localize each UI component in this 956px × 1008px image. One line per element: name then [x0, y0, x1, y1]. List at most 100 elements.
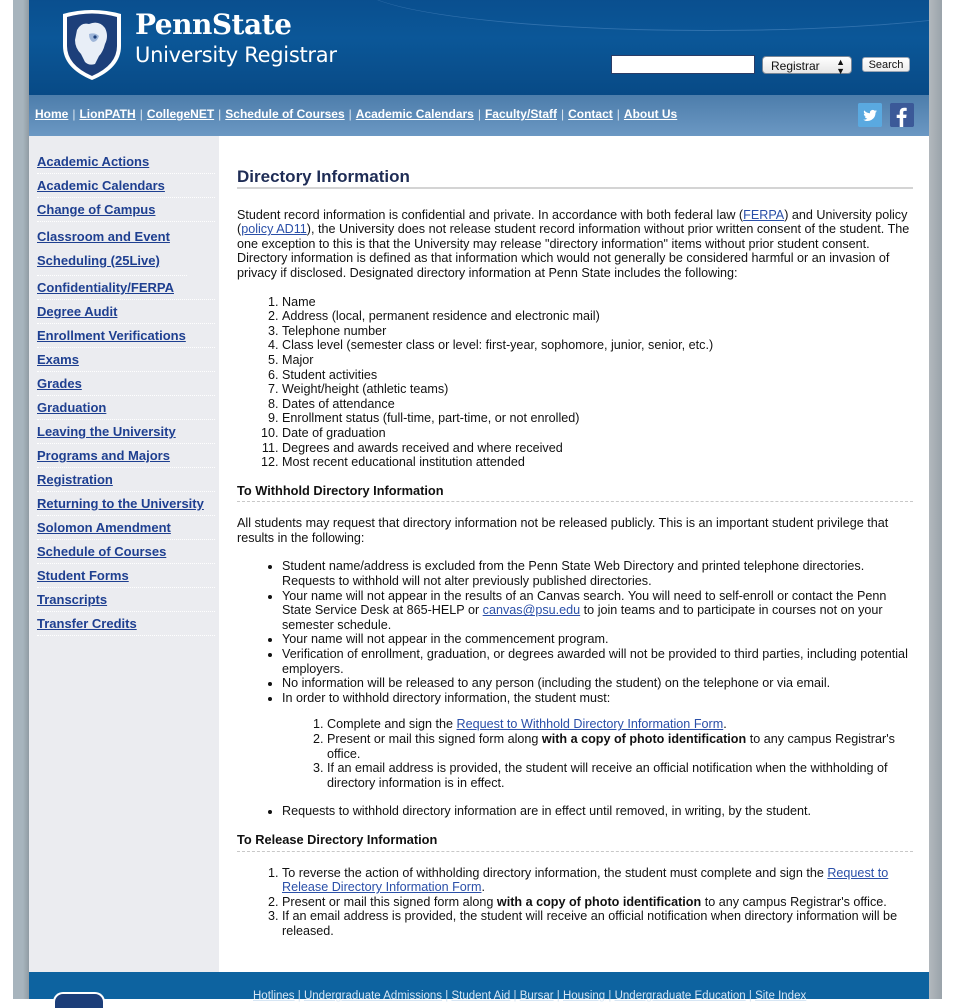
sidebar-item: Leaving the University — [37, 420, 215, 444]
nav-link-schedule-of-courses[interactable]: Schedule of Courses — [225, 107, 344, 121]
nav-link-academic-calendars[interactable]: Academic Calendars — [356, 107, 474, 121]
sidebar-item-academic-actions[interactable]: Academic Actions — [37, 154, 149, 169]
site-header: PennState University Registrar Registrar… — [29, 0, 929, 95]
sidebar-menu: Academic Actions Academic Calendars Chan… — [29, 136, 219, 636]
item-text: . — [723, 717, 727, 732]
select-arrows-icon: ▲ ▼ — [836, 57, 845, 76]
footer-link-hotlines[interactable]: Hotlines — [253, 990, 295, 1002]
footer-link-site-index[interactable]: Site Index — [755, 990, 806, 1002]
directory-items-list: Name Address (local, permanent residence… — [237, 295, 913, 470]
list-item: Most recent educational institution atte… — [282, 455, 913, 470]
emphasis-text: with a copy of photo identification — [496, 894, 702, 909]
list-item: Weight/height (athletic teams) — [282, 382, 913, 397]
sidebar-item-solomon-amendment[interactable]: Solomon Amendment — [37, 520, 171, 535]
sidebar-item: Returning to the University — [37, 492, 215, 516]
footer-link-undergraduate-admissions[interactable]: Undergraduate Admissions — [304, 990, 442, 1002]
window-edge — [0, 0, 14, 999]
sidebar-item: Academic Actions — [37, 150, 215, 174]
intro-text: ), the University does not release stude… — [237, 222, 910, 280]
item-text: Complete and sign the — [327, 717, 457, 732]
item-text: To reverse the action of withholding dir… — [282, 865, 828, 880]
search-scope-select[interactable]: Registrar ▲ ▼ — [762, 56, 852, 76]
search-input[interactable] — [611, 55, 755, 74]
intro-text: Student record information is confidenti… — [237, 207, 744, 222]
emphasis-text: with a copy of photo identification — [541, 732, 747, 746]
ferpa-link[interactable]: FERPA — [743, 208, 784, 222]
item-text: In order to withhold directory informati… — [282, 690, 611, 705]
main-content: Directory Information Student record inf… — [237, 168, 913, 953]
sidebar-item-leaving-the-university[interactable]: Leaving the University — [37, 424, 176, 439]
sidebar-item-exams[interactable]: Exams — [37, 352, 79, 367]
sidebar-item: Degree Audit — [37, 300, 215, 324]
sidebar-item-confidentiality-ferpa[interactable]: Confidentiality/FERPA — [37, 280, 174, 295]
list-item: Verification of enrollment, graduation, … — [282, 647, 913, 676]
sidebar-item: Solomon Amendment — [37, 516, 215, 540]
footer-link-undergraduate-education[interactable]: Undergraduate Education — [615, 990, 746, 1002]
list-item: Your name will not appear in the commenc… — [282, 632, 913, 647]
footer-link-housing[interactable]: Housing — [563, 990, 605, 1002]
release-heading: To Release Directory Information — [237, 832, 913, 852]
sidebar-item-programs-and-majors[interactable]: Programs and Majors — [37, 448, 170, 463]
list-item: Class level (semester class or level: fi… — [282, 338, 913, 353]
nav-separator: | — [348, 107, 352, 121]
sidebar-item: Programs and Majors — [37, 444, 215, 468]
list-item: Address (local, permanent residence and … — [282, 309, 913, 324]
footer-shield-logo-icon — [53, 992, 105, 1008]
sidebar-item-academic-calendars[interactable]: Academic Calendars — [37, 178, 165, 193]
sidebar-item-grades[interactable]: Grades — [37, 376, 82, 391]
sidebar-item-transfer-credits[interactable]: Transfer Credits — [37, 616, 137, 631]
nav-separator: | — [139, 107, 143, 121]
sidebar-item: Transcripts — [37, 588, 215, 612]
search-button[interactable]: Search — [862, 57, 910, 72]
facebook-icon[interactable] — [890, 103, 914, 127]
footer-link-student-aid[interactable]: Student Aid — [451, 990, 510, 1002]
nav-separator: | — [477, 107, 481, 121]
intro-paragraph: Student record information is confidenti… — [237, 208, 913, 281]
brand-title: PennState — [135, 8, 292, 41]
policy-ad11-link[interactable]: policy AD11 — [241, 222, 307, 236]
sidebar-item-graduation[interactable]: Graduation — [37, 400, 106, 415]
list-item: In order to withhold directory informati… — [282, 691, 913, 791]
penn-state-shield-logo-icon[interactable] — [59, 8, 125, 82]
canvas-email-link[interactable]: canvas@psu.edu — [483, 603, 581, 617]
withhold-consequences-list: Student name/address is excluded from th… — [237, 559, 913, 819]
list-item: Major — [282, 353, 913, 368]
page-background-right — [929, 0, 942, 999]
list-item: Student name/address is excluded from th… — [282, 559, 913, 588]
nav-link-home[interactable]: Home — [35, 107, 68, 121]
item-text: . — [481, 880, 485, 895]
withhold-form-link[interactable]: Request to Withhold Directory Informatio… — [457, 717, 724, 731]
sidebar-item-transcripts[interactable]: Transcripts — [37, 592, 107, 607]
sidebar-item-returning-to-the-university[interactable]: Returning to the University — [37, 496, 204, 511]
sidebar-item-enrollment-verifications[interactable]: Enrollment Verifications — [37, 328, 186, 343]
site-footer: Hotlines | Undergraduate Admissions | St… — [29, 972, 929, 1008]
sidebar-item-registration[interactable]: Registration — [37, 472, 113, 487]
list-item: Present or mail this signed form along w… — [282, 895, 913, 910]
nav-separator: | — [616, 107, 620, 121]
nav-link-about-us[interactable]: About Us — [624, 107, 677, 121]
sidebar-item-classroom-event-scheduling[interactable]: Classroom and Event Scheduling (25Live) — [37, 229, 170, 268]
list-item: If an email address is provided, the stu… — [282, 909, 913, 938]
nav-link-collegenet[interactable]: CollegeNET — [147, 107, 214, 121]
sidebar-item: Graduation — [37, 396, 215, 420]
sidebar-item-change-of-campus[interactable]: Change of Campus — [37, 202, 155, 217]
page: PennState University Registrar Registrar… — [29, 0, 929, 1008]
sidebar-item-student-forms[interactable]: Student Forms — [37, 568, 129, 583]
withhold-steps-list: Complete and sign the Request to Withhol… — [282, 717, 913, 790]
list-item: Dates of attendance — [282, 397, 913, 412]
footer-separator: | — [445, 990, 449, 1002]
nav-link-lionpath[interactable]: LionPATH — [79, 107, 135, 121]
nav-link-faculty-staff[interactable]: Faculty/Staff — [485, 107, 557, 121]
list-item: Name — [282, 295, 913, 310]
twitter-icon[interactable] — [858, 103, 882, 127]
sidebar-item-degree-audit[interactable]: Degree Audit — [37, 304, 117, 319]
footer-link-bursar[interactable]: Bursar — [520, 990, 554, 1002]
page-background-left — [13, 0, 29, 999]
sidebar-item: Enrollment Verifications — [37, 324, 215, 348]
nav-link-contact[interactable]: Contact — [568, 107, 613, 121]
sidebar-item: Change of Campus — [37, 198, 215, 222]
list-item: Student activities — [282, 368, 913, 383]
sidebar-item: Student Forms — [37, 564, 215, 588]
sidebar-item-schedule-of-courses[interactable]: Schedule of Courses — [37, 544, 166, 559]
page-title: Directory Information — [237, 168, 913, 189]
